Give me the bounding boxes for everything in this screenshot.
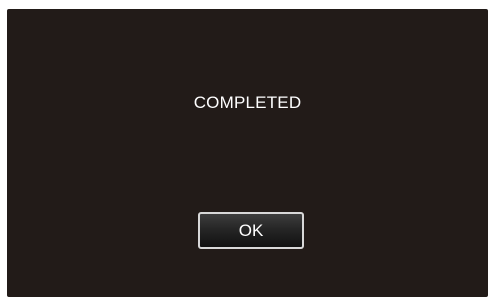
- completed-message: COMPLETED: [193, 93, 302, 112]
- completion-screen: COMPLETED OK: [7, 9, 488, 297]
- ok-button[interactable]: OK: [198, 212, 304, 249]
